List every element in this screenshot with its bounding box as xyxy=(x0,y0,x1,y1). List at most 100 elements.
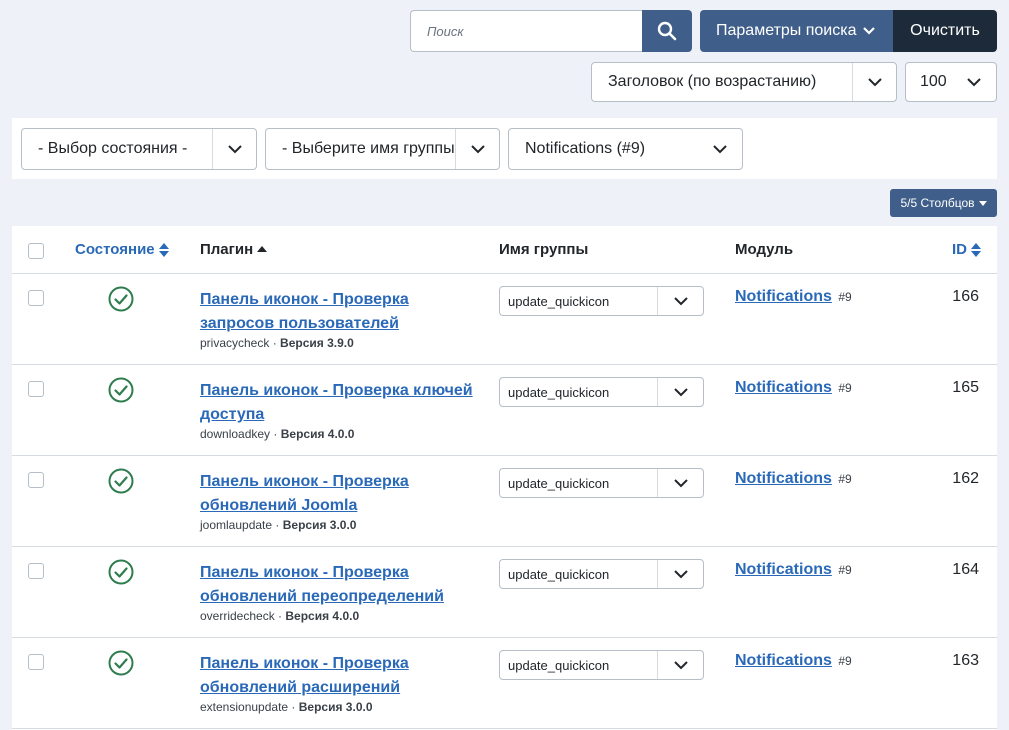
plugin-meta: joomlaupdate · Версия 3.0.0 xyxy=(200,518,357,532)
column-header-state[interactable]: Состояние xyxy=(75,241,169,258)
row-checkbox[interactable] xyxy=(28,472,44,488)
plugin-meta: extensionupdate · Версия 3.0.0 xyxy=(200,700,373,714)
plugin-element: privacycheck xyxy=(200,336,270,350)
chevron-down-icon xyxy=(657,651,703,679)
chevron-down-icon xyxy=(698,129,742,169)
module-link-label: Notifications xyxy=(735,379,832,396)
table-row: Панель иконок - Проверка запросов пользо… xyxy=(12,274,997,365)
check-circle-icon xyxy=(108,650,134,676)
sort-asc-icon xyxy=(257,246,268,252)
group-filter-select[interactable]: - Выберите имя группы xyxy=(265,128,500,170)
plugin-title-line2: обновлений расширений xyxy=(200,679,401,696)
plugin-title-link[interactable]: Панель иконок - Проверка обновлений пере… xyxy=(200,561,475,609)
module-number: #9 xyxy=(838,472,852,486)
plugin-meta: downloadkey · Версия 4.0.0 xyxy=(200,427,355,441)
module-number: #9 xyxy=(838,290,852,304)
columns-button-label: 5/5 Столбцов xyxy=(900,196,975,210)
group-filter-value: - Выберите имя группы xyxy=(282,140,455,157)
module-link-label: Notifications xyxy=(735,288,832,305)
search-input[interactable]: Поиск xyxy=(410,10,643,52)
plugin-id: 165 xyxy=(952,379,979,396)
module-link[interactable]: Notifications #9 xyxy=(735,561,852,579)
plugin-meta: overridecheck · Версия 4.0.0 xyxy=(200,609,360,623)
plugin-title-link[interactable]: Панель иконок - Проверка обновлений Joom… xyxy=(200,470,475,518)
group-select[interactable]: update_quickicon xyxy=(499,468,704,498)
table-row: Панель иконок - Проверка обновлений Joom… xyxy=(12,456,997,547)
plugin-title-line1: Панель иконок - Проверка xyxy=(200,291,409,308)
row-checkbox[interactable] xyxy=(28,654,44,670)
state-toggle[interactable] xyxy=(108,559,134,590)
module-number: #9 xyxy=(838,654,852,668)
module-filter-select[interactable]: Notifications (#9) xyxy=(508,128,743,170)
sort-icon xyxy=(971,242,981,257)
plugin-id: 162 xyxy=(952,470,979,487)
state-toggle[interactable] xyxy=(108,286,134,317)
plugin-title-line2: запросов пользователей xyxy=(200,315,399,332)
chevron-down-icon xyxy=(657,560,703,588)
column-header-plugin-label: Плагин xyxy=(200,241,254,258)
chevron-down-icon xyxy=(455,129,499,169)
search-options-button[interactable]: Параметры поиска xyxy=(700,10,894,52)
column-header-id[interactable]: ID xyxy=(952,241,981,258)
check-circle-icon xyxy=(108,468,134,494)
state-toggle[interactable] xyxy=(108,650,134,681)
module-link-label: Notifications xyxy=(735,470,832,487)
clear-button[interactable]: Очистить xyxy=(893,10,997,52)
plugin-element: overridecheck xyxy=(200,609,275,623)
module-link[interactable]: Notifications #9 xyxy=(735,288,852,306)
module-link[interactable]: Notifications #9 xyxy=(735,652,852,670)
plugins-table: Состояние Плагин Имя группы Модуль ID Па… xyxy=(12,226,997,730)
plugin-title-line2: обновлений переопределений xyxy=(200,588,444,605)
chevron-down-icon xyxy=(863,27,876,35)
module-link-label: Notifications xyxy=(735,652,832,669)
module-link-label: Notifications xyxy=(735,561,832,578)
row-checkbox[interactable] xyxy=(28,381,44,397)
select-all-checkbox[interactable] xyxy=(28,243,44,259)
group-select-value: update_quickicon xyxy=(508,475,610,491)
plugin-element: downloadkey xyxy=(200,427,271,441)
plugin-title-link[interactable]: Панель иконок - Проверка ключей доступа xyxy=(200,379,475,427)
table-row: Панель иконок - Проверка ключей доступа … xyxy=(12,365,997,456)
group-select[interactable]: update_quickicon xyxy=(499,286,704,316)
sort-icon xyxy=(158,242,169,257)
group-select-value: update_quickicon xyxy=(508,384,610,400)
limit-select[interactable]: 100 xyxy=(905,62,997,102)
group-select[interactable]: update_quickicon xyxy=(499,377,704,407)
state-filter-select[interactable]: - Выбор состояния - xyxy=(21,128,257,170)
module-number: #9 xyxy=(838,563,852,577)
table-row: Панель иконок - Проверка обновлений расш… xyxy=(12,638,997,729)
limit-select-value: 100 xyxy=(920,73,947,90)
group-select[interactable]: update_quickicon xyxy=(499,559,704,589)
column-header-module: Модуль xyxy=(735,241,794,258)
plugin-element: joomlaupdate xyxy=(200,518,273,532)
plugin-title-link[interactable]: Панель иконок - Проверка обновлений расш… xyxy=(200,652,475,700)
module-number: #9 xyxy=(838,381,852,395)
sort-select[interactable]: Заголовок (по возрастанию) xyxy=(591,62,897,102)
plugin-title-line1: Панель иконок - Проверка xyxy=(200,564,409,581)
check-circle-icon xyxy=(108,559,134,585)
caret-down-icon xyxy=(978,200,987,206)
chevron-down-icon xyxy=(852,63,896,101)
chevron-down-icon xyxy=(657,378,703,406)
module-link[interactable]: Notifications #9 xyxy=(735,470,852,488)
columns-button[interactable]: 5/5 Столбцов xyxy=(890,189,997,217)
column-header-state-label: Состояние xyxy=(75,241,155,258)
table-header: Состояние Плагин Имя группы Модуль ID xyxy=(12,226,997,274)
row-checkbox[interactable] xyxy=(28,563,44,579)
plugin-id: 163 xyxy=(952,652,979,669)
plugin-version: Версия 3.0.0 xyxy=(282,518,357,532)
state-toggle[interactable] xyxy=(108,377,134,408)
module-link[interactable]: Notifications #9 xyxy=(735,379,852,397)
search-icon xyxy=(657,21,677,41)
state-filter-value: - Выбор состояния - xyxy=(38,140,188,157)
plugin-meta: privacycheck · Версия 3.9.0 xyxy=(200,336,354,350)
module-filter-value: Notifications (#9) xyxy=(525,140,646,157)
column-header-plugin[interactable]: Плагин xyxy=(200,241,268,258)
group-select[interactable]: update_quickicon xyxy=(499,650,704,680)
plugin-title-line1: Панель иконок - Проверка ключей xyxy=(200,382,473,399)
row-checkbox[interactable] xyxy=(28,290,44,306)
search-button[interactable] xyxy=(642,10,692,52)
plugin-title-link[interactable]: Панель иконок - Проверка запросов пользо… xyxy=(200,288,475,336)
group-select-value: update_quickicon xyxy=(508,566,610,582)
state-toggle[interactable] xyxy=(108,468,134,499)
